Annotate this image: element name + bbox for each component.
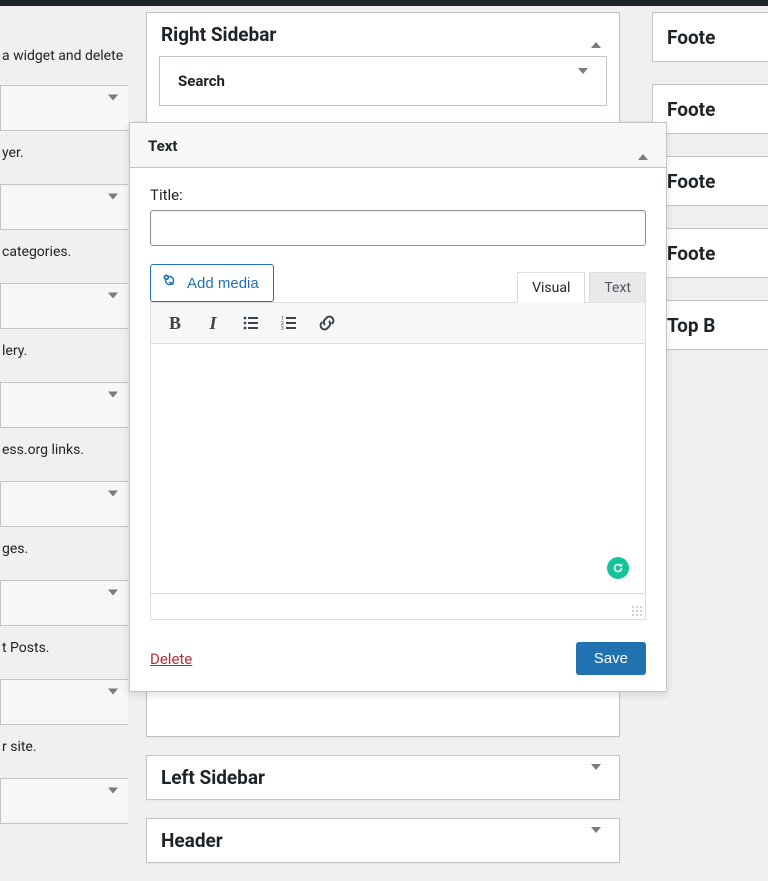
widget-area-title: Top B	[667, 314, 715, 337]
chevron-down-icon	[578, 74, 588, 89]
bullet-list-button[interactable]	[235, 307, 267, 339]
title-input[interactable]	[150, 210, 646, 246]
available-widgets-column: a widget and delete yer. categories. ler…	[0, 6, 128, 881]
tab-text[interactable]: Text	[589, 272, 646, 303]
widget-area[interactable]: Foote	[652, 156, 768, 206]
grammarly-icon[interactable]	[607, 557, 629, 579]
available-widget-item[interactable]	[0, 283, 128, 329]
chevron-down-icon	[108, 497, 118, 512]
available-widget-item[interactable]	[0, 679, 128, 725]
save-button[interactable]: Save	[576, 642, 646, 675]
available-widget-item[interactable]	[0, 481, 128, 527]
widget-area-title: Foote	[667, 242, 715, 265]
italic-button[interactable]: I	[197, 307, 229, 339]
available-widget-item[interactable]	[0, 580, 128, 626]
available-widget-item[interactable]	[0, 778, 128, 824]
chevron-down-icon	[108, 794, 118, 809]
available-widget-desc: t Posts.	[0, 638, 128, 659]
available-widget-desc: ess.org links.	[0, 440, 128, 461]
media-icon	[161, 272, 179, 294]
chevron-up-icon	[591, 27, 601, 42]
widget-label: Search	[178, 72, 225, 90]
widget-area-title: Left Sidebar	[161, 766, 265, 789]
chevron-up-icon	[638, 139, 648, 154]
add-media-label: Add media	[187, 275, 259, 292]
widget-area[interactable]: Foote	[652, 228, 768, 278]
editor-path-bar	[150, 594, 646, 620]
chevron-down-icon	[591, 833, 601, 848]
editor-toolbar: B I 123	[150, 302, 646, 344]
add-media-button[interactable]: Add media	[150, 264, 274, 302]
widget-area-left-sidebar: Left Sidebar	[146, 755, 620, 800]
tab-visual[interactable]: Visual	[517, 272, 585, 303]
resize-handle-icon[interactable]	[631, 605, 643, 617]
available-widget-desc: r site.	[0, 737, 128, 758]
available-widget-desc: yer.	[0, 143, 128, 164]
link-button[interactable]	[311, 307, 343, 339]
widget-area-header[interactable]: Header	[147, 819, 619, 862]
widget-area-header-area: Header	[146, 818, 620, 863]
widget-area[interactable]: Foote	[652, 12, 768, 62]
widget-area-title: Foote	[667, 170, 715, 193]
widget-area[interactable]: Top B	[652, 300, 768, 350]
svg-text:3: 3	[281, 326, 284, 332]
content-editor[interactable]	[150, 344, 646, 594]
bold-button[interactable]: B	[159, 307, 191, 339]
widget-text-editor: Text Title: Add media Visual Text	[129, 122, 667, 692]
available-widget-item[interactable]	[0, 85, 128, 131]
available-widget-desc: categories.	[0, 242, 128, 263]
widget-area-header[interactable]: Right Sidebar	[147, 13, 619, 56]
widget-search[interactable]: Search	[159, 56, 607, 106]
chevron-down-icon	[108, 596, 118, 611]
available-widgets-help-text: a widget and delete	[0, 46, 128, 67]
widget-area-title: Foote	[667, 98, 715, 121]
chevron-down-icon	[108, 695, 118, 710]
chevron-down-icon	[108, 398, 118, 413]
available-widget-item[interactable]	[0, 382, 128, 428]
chevron-down-icon	[108, 299, 118, 314]
available-widget-item[interactable]	[0, 184, 128, 230]
widget-area-title: Header	[161, 829, 223, 852]
title-label: Title:	[150, 186, 646, 204]
widget-area-title: Foote	[667, 26, 715, 49]
available-widget-desc: lery.	[0, 341, 128, 362]
widget-editor-title: Text	[148, 137, 177, 155]
delete-link[interactable]: Delete	[150, 650, 192, 668]
widget-area[interactable]: Foote	[652, 84, 768, 134]
widget-area-title: Right Sidebar	[161, 23, 276, 46]
chevron-down-icon	[108, 101, 118, 116]
widget-area-header[interactable]: Left Sidebar	[147, 756, 619, 799]
available-widget-desc: ges.	[0, 539, 128, 560]
widget-editor-header[interactable]: Text	[130, 123, 666, 168]
chevron-down-icon	[108, 200, 118, 215]
numbered-list-button[interactable]: 123	[273, 307, 305, 339]
chevron-down-icon	[591, 770, 601, 785]
